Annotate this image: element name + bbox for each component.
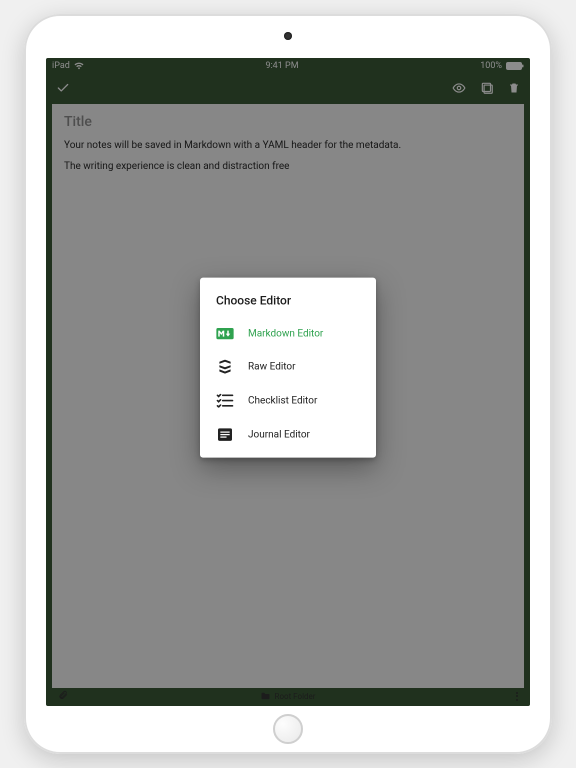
front-camera [284,32,292,40]
raw-icon [216,360,234,374]
option-label: Checklist Editor [248,395,317,406]
option-markdown-editor[interactable]: Markdown Editor [200,318,376,350]
tablet-frame: iPad 9:41 PM 100% [24,14,552,754]
dialog-title: Choose Editor [200,294,376,318]
home-button[interactable] [273,714,303,744]
option-label: Markdown Editor [248,328,323,339]
journal-icon [216,428,234,442]
option-label: Journal Editor [248,429,310,440]
screen: iPad 9:41 PM 100% [46,58,530,706]
markdown-icon [216,328,234,340]
option-raw-editor[interactable]: Raw Editor [200,350,376,384]
checklist-icon [216,394,234,408]
choose-editor-dialog: Choose Editor Markdown Editor Raw Editor [200,278,376,458]
option-journal-editor[interactable]: Journal Editor [200,418,376,452]
option-label: Raw Editor [248,361,296,372]
option-checklist-editor[interactable]: Checklist Editor [200,384,376,418]
